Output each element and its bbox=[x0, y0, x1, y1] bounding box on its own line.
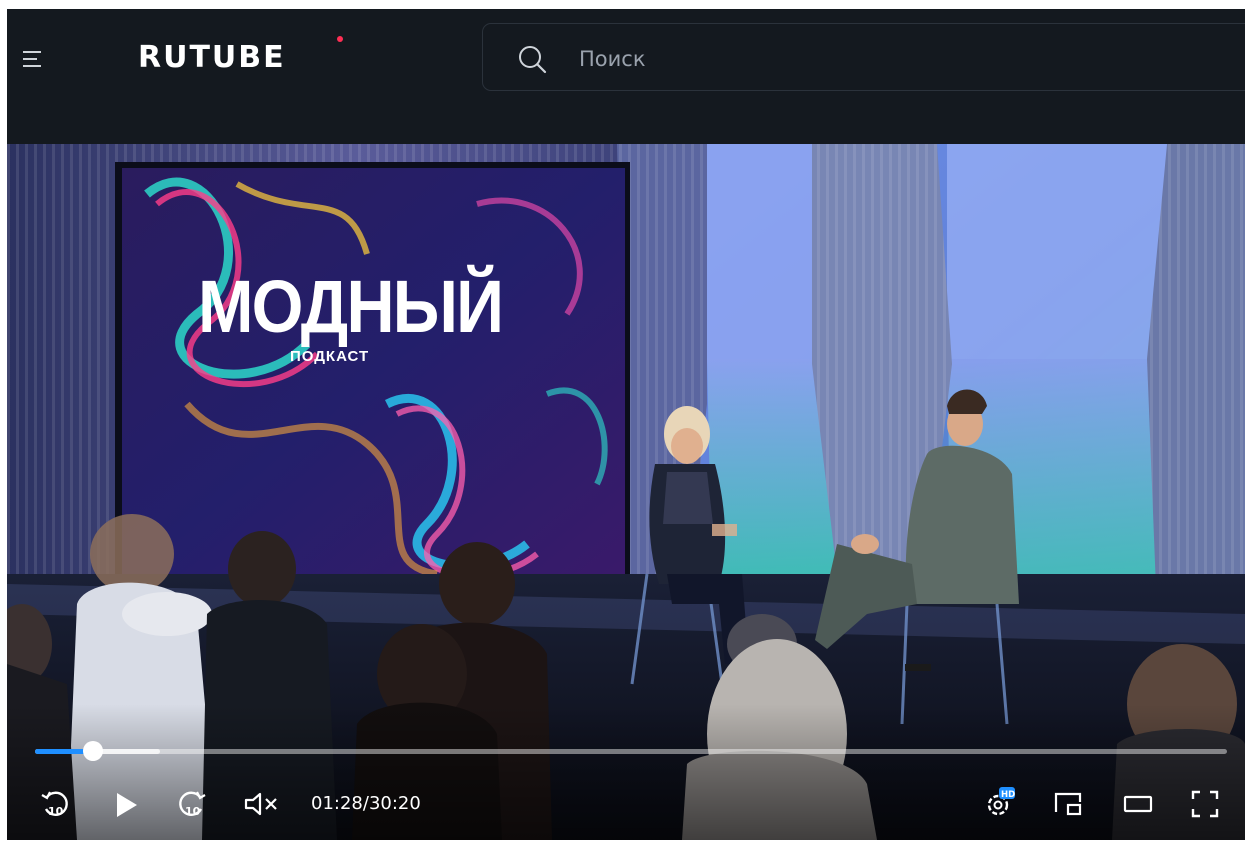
current-time: 01:28 bbox=[311, 793, 363, 814]
search-bar[interactable] bbox=[482, 23, 1245, 91]
settings-hd-icon[interactable]: HD bbox=[983, 785, 1017, 821]
search-icon[interactable] bbox=[517, 44, 547, 74]
search-input[interactable] bbox=[577, 42, 1181, 76]
screen-graphic-title: МОДНЫЙ ПОДКАСТ bbox=[198, 265, 536, 366]
svg-text:10: 10 bbox=[48, 805, 64, 818]
video-player[interactable]: МОДНЫЙ ПОДКАСТ 10 10 01:28/30:20 HD bbox=[7, 144, 1245, 840]
forward-10-icon[interactable]: 10 bbox=[175, 787, 209, 821]
progress-bar[interactable] bbox=[35, 741, 1227, 761]
play-icon[interactable] bbox=[111, 789, 141, 821]
show-title: МОДНЫЙ bbox=[198, 265, 504, 348]
svg-text:10: 10 bbox=[185, 805, 201, 818]
hd-badge: HD bbox=[1001, 790, 1015, 800]
app-window: RUTUBE Поиск МОДНЫЙ ПОДКАСТ 10 10 01:28/… bbox=[7, 9, 1245, 840]
miniplayer-icon[interactable] bbox=[1053, 790, 1083, 818]
theater-mode-icon[interactable] bbox=[1122, 792, 1154, 816]
fullscreen-icon[interactable] bbox=[1190, 789, 1220, 819]
top-header: RUTUBE bbox=[7, 9, 1245, 144]
rewind-10-icon[interactable]: 10 bbox=[38, 787, 72, 821]
rutube-logo[interactable]: RUTUBE bbox=[138, 43, 286, 73]
show-subtitle: ПОДКАСТ bbox=[290, 348, 370, 365]
progress-thumb[interactable] bbox=[83, 741, 103, 761]
logo-dot bbox=[337, 36, 343, 42]
hamburger-menu-icon[interactable] bbox=[21, 47, 45, 71]
duration: 30:20 bbox=[368, 793, 421, 814]
volume-muted-icon[interactable] bbox=[243, 790, 283, 818]
progress-track bbox=[35, 749, 1227, 754]
time-display: 01:28/30:20 bbox=[311, 792, 421, 816]
